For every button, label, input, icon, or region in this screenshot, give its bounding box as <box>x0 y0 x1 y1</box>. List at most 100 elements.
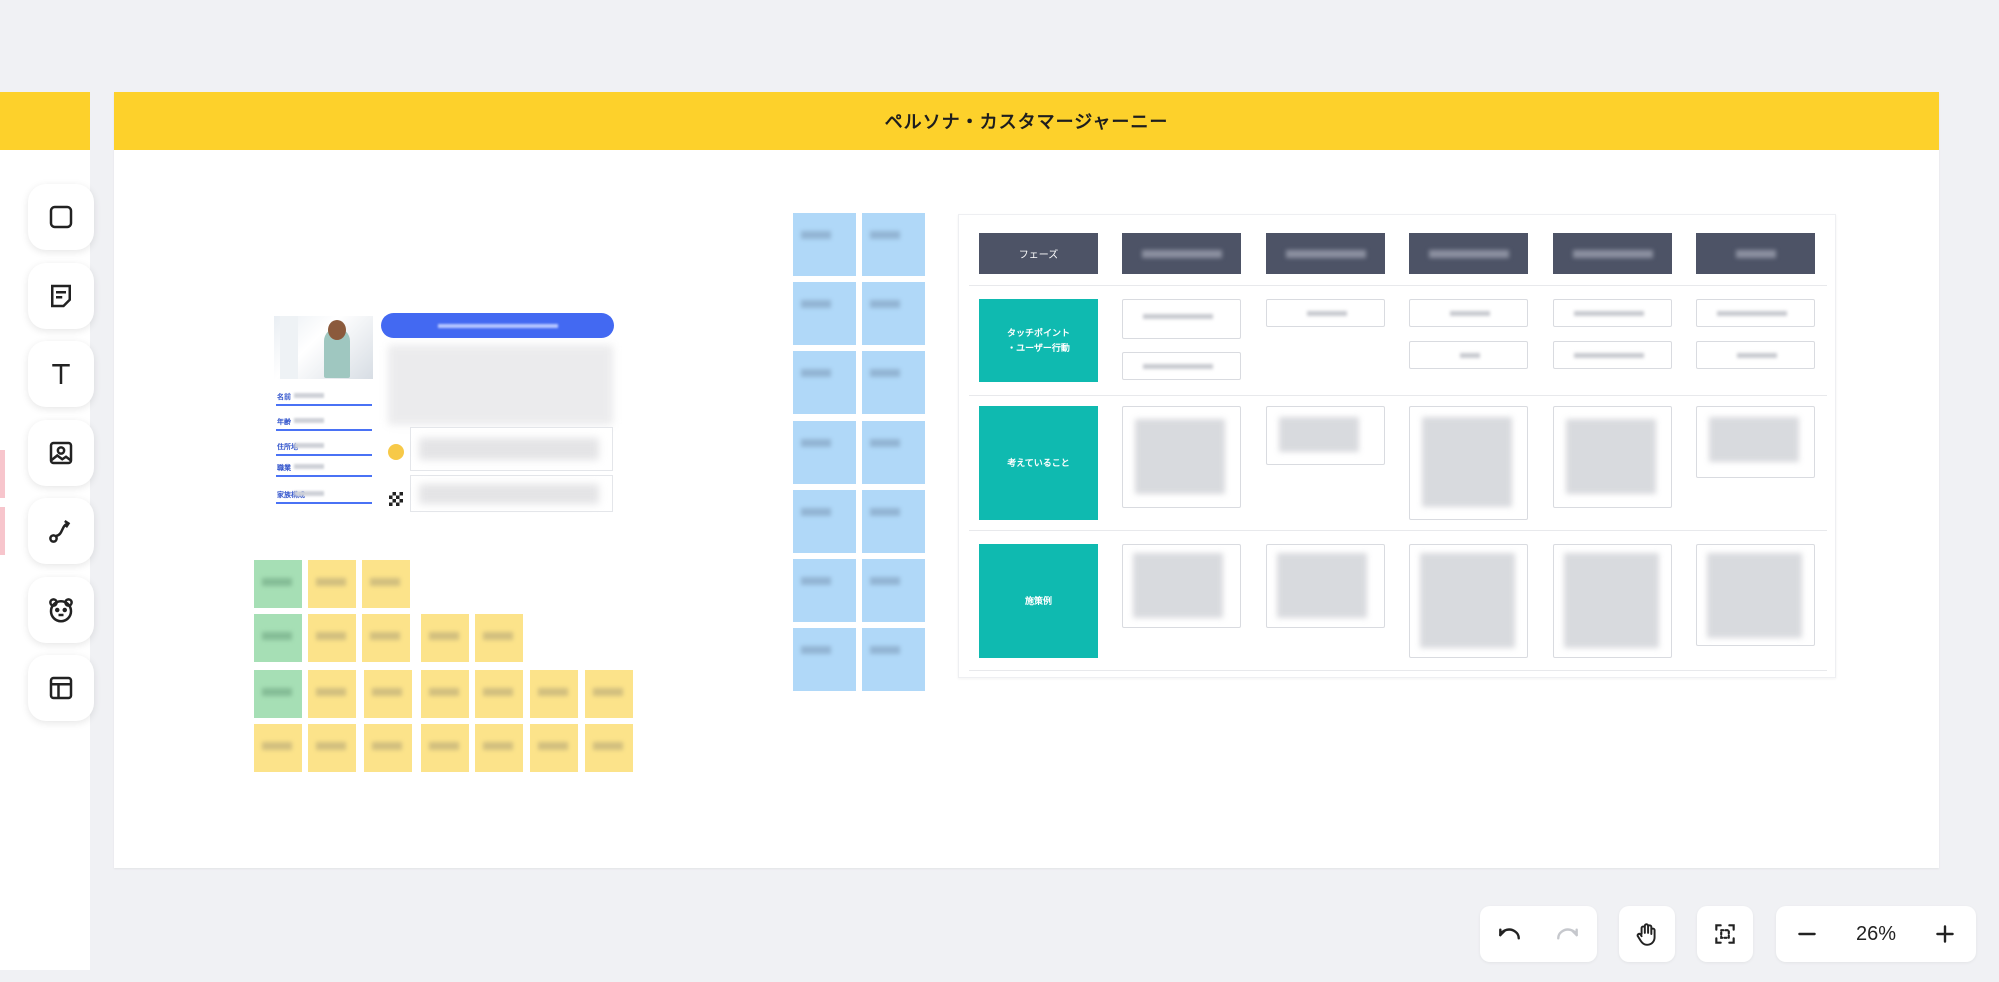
text-tool-button[interactable] <box>28 341 94 407</box>
sticky-note[interactable] <box>793 351 856 414</box>
template-icon <box>49 676 73 700</box>
touchpoint-card[interactable] <box>1553 341 1672 369</box>
hand-icon <box>1636 923 1656 946</box>
thought-card[interactable] <box>1122 406 1241 508</box>
adjacent-frame-header <box>0 92 90 150</box>
sticky-note-tool-button[interactable] <box>28 262 94 329</box>
touchpoint-card[interactable] <box>1122 299 1241 339</box>
touchpoint-card[interactable] <box>1409 299 1528 327</box>
sticky-note[interactable] <box>793 213 856 276</box>
touchpoint-card[interactable] <box>1696 299 1815 327</box>
touchpoint-card[interactable] <box>1122 352 1241 380</box>
undo-icon[interactable] <box>1496 921 1522 947</box>
sticky-note[interactable] <box>364 724 412 772</box>
sticky-note[interactable] <box>530 670 578 718</box>
sticky-note[interactable] <box>862 490 925 553</box>
sticky-note[interactable] <box>362 614 410 662</box>
sticky-note[interactable] <box>254 560 302 608</box>
zoom-in-icon[interactable] <box>1932 921 1958 947</box>
sticky-note[interactable] <box>793 421 856 484</box>
row-label-measures[interactable]: 施策例 <box>979 544 1098 658</box>
persona-photo[interactable] <box>274 316 373 379</box>
sticky-note[interactable] <box>475 614 523 662</box>
phase-header[interactable] <box>1553 233 1672 274</box>
image-icon <box>49 441 73 464</box>
sticky-note[interactable] <box>362 560 410 608</box>
bear-icon <box>49 597 73 622</box>
sticky-note[interactable] <box>421 670 469 718</box>
thought-card[interactable] <box>1553 406 1672 508</box>
measure-card[interactable] <box>1409 544 1528 658</box>
goal-flag-icon <box>389 492 403 506</box>
persona-field: 住所地 <box>276 438 372 456</box>
sticky-note[interactable] <box>308 560 356 608</box>
worry-emoji-icon <box>388 444 404 460</box>
phase-header[interactable]: フェーズ <box>979 233 1098 274</box>
sticky-note[interactable] <box>862 421 925 484</box>
touchpoint-card[interactable] <box>1553 299 1672 327</box>
image-tool-button[interactable] <box>28 419 94 486</box>
fit-screen-icon <box>1715 924 1735 944</box>
sticky-note[interactable] <box>585 670 633 718</box>
row-label-thoughts[interactable]: 考えていること <box>979 406 1098 520</box>
adjacent-marker <box>0 507 5 555</box>
touchpoint-card[interactable] <box>1696 341 1815 369</box>
persona-field: 職業 <box>276 459 372 477</box>
zoom-controls: 26% <box>1776 906 1976 962</box>
persona-title-bar[interactable] <box>381 313 614 338</box>
zoom-level[interactable]: 26% <box>1856 923 1896 946</box>
sticky-note[interactable] <box>862 213 925 276</box>
redo-icon[interactable] <box>1555 921 1581 947</box>
sticky-note[interactable] <box>862 282 925 345</box>
measure-card[interactable] <box>1266 544 1385 628</box>
stamp-tool-button[interactable] <box>28 576 94 643</box>
frame-title[interactable]: ペルソナ・カスタマージャーニー <box>114 92 1939 150</box>
measure-card[interactable] <box>1553 544 1672 658</box>
phase-header[interactable] <box>1122 233 1241 274</box>
left-toolbar <box>28 184 96 734</box>
zoom-out-icon[interactable] <box>1794 921 1820 947</box>
sticky-note[interactable] <box>254 724 302 772</box>
hand-tool-button[interactable] <box>1619 906 1675 962</box>
row-label-touchpoint[interactable]: タッチポイント ・ユーザー行動 <box>979 299 1098 382</box>
sticky-note[interactable] <box>793 282 856 345</box>
thought-card[interactable] <box>1409 406 1528 520</box>
shape-tool-button[interactable] <box>28 184 94 250</box>
phase-header[interactable] <box>1409 233 1528 274</box>
sticky-note[interactable] <box>421 724 469 772</box>
phase-header[interactable] <box>1696 233 1815 274</box>
sticky-note[interactable] <box>862 351 925 414</box>
sticky-note[interactable] <box>308 614 356 662</box>
sticky-note[interactable] <box>862 628 925 691</box>
sticky-note[interactable] <box>254 614 302 662</box>
sticky-note[interactable] <box>421 614 469 662</box>
connector-icon <box>49 519 71 543</box>
goal-box <box>410 475 613 512</box>
sticky-note[interactable] <box>585 724 633 772</box>
measure-card[interactable] <box>1696 544 1815 646</box>
sticky-note[interactable] <box>530 724 578 772</box>
thought-card[interactable] <box>1696 406 1815 478</box>
touchpoint-card[interactable] <box>1266 299 1385 327</box>
sticky-note[interactable] <box>475 670 523 718</box>
thought-card[interactable] <box>1266 406 1385 465</box>
row-divider <box>969 530 1827 531</box>
square-icon <box>49 205 73 229</box>
sticky-note[interactable] <box>308 724 356 772</box>
sticky-note[interactable] <box>793 628 856 691</box>
sticky-note[interactable] <box>793 559 856 622</box>
measure-card[interactable] <box>1122 544 1241 628</box>
phase-header[interactable] <box>1266 233 1385 274</box>
connector-tool-button[interactable] <box>28 498 94 564</box>
sticky-note[interactable] <box>475 724 523 772</box>
worry-box <box>410 427 613 471</box>
sticky-note[interactable] <box>364 670 412 718</box>
fit-screen-button[interactable] <box>1697 906 1753 962</box>
touchpoint-card[interactable] <box>1409 341 1528 369</box>
sticky-note[interactable] <box>308 670 356 718</box>
text-icon <box>52 364 70 384</box>
sticky-note[interactable] <box>862 559 925 622</box>
sticky-note[interactable] <box>254 670 302 718</box>
sticky-note[interactable] <box>793 490 856 553</box>
template-tool-button[interactable] <box>28 655 94 721</box>
